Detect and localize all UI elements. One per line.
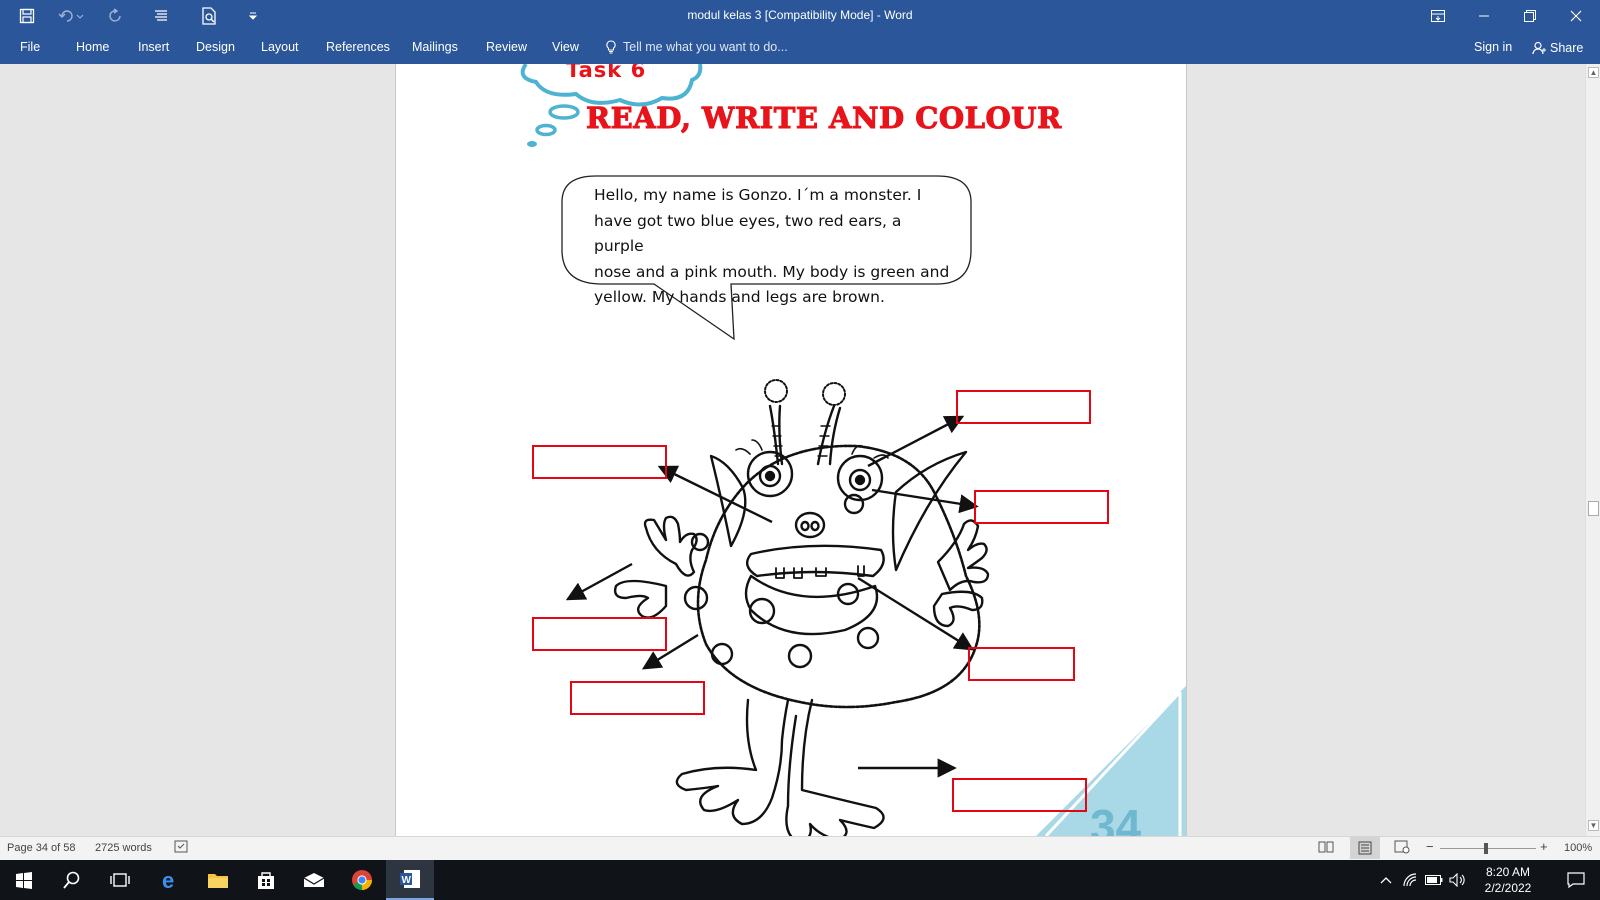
bubble-line: have got two blue eyes, two red ears, a …	[594, 211, 902, 256]
tab-insert[interactable]: Insert	[138, 40, 169, 54]
tell-me-box[interactable]: Tell me what you want to do...	[605, 40, 788, 54]
tab-review[interactable]: Review	[486, 40, 527, 54]
bubble-line: nose and a pink mouth. My body is green …	[594, 262, 950, 281]
answer-box-eye[interactable]	[974, 490, 1109, 524]
close-button[interactable]	[1553, 0, 1599, 32]
zoom-level[interactable]: 100%	[1564, 842, 1592, 854]
share-button[interactable]: Share	[1526, 37, 1589, 59]
task-label: Task 6	[566, 64, 647, 82]
window-title: modul kelas 3 [Compatibility Mode] - Wor…	[687, 8, 913, 22]
read-mode-icon[interactable]	[1318, 840, 1334, 857]
store-icon[interactable]	[242, 860, 290, 900]
tab-references[interactable]: References	[326, 40, 390, 54]
share-label: Share	[1550, 41, 1584, 55]
zoom-slider-thumb[interactable]	[1484, 843, 1488, 854]
windows-taskbar: e W 8:20 AM 2/2/2022	[0, 860, 1600, 900]
restore-button[interactable]	[1507, 0, 1553, 32]
document-area[interactable]: 34 Task 6 READ, WRITE AND COLOUR Hello, …	[0, 64, 1585, 836]
scroll-down-arrow-icon[interactable]: ▼	[1588, 820, 1599, 831]
minimize-button[interactable]	[1461, 0, 1507, 32]
proofing-icon[interactable]	[174, 840, 190, 857]
mail-icon[interactable]	[290, 860, 338, 900]
ribbon-tabs: File Home Insert Design Layout Reference…	[0, 32, 1600, 64]
bubble-line: Hello, my name is Gonzo. I´m a monster. …	[594, 186, 922, 204]
search-icon[interactable]	[48, 860, 96, 900]
network-icon[interactable]	[1398, 860, 1422, 900]
web-layout-icon[interactable]	[1394, 840, 1410, 857]
vertical-scrollbar[interactable]: ▲ ▼	[1585, 64, 1600, 836]
clock-date: 2/2/2022	[1484, 881, 1532, 895]
tab-design[interactable]: Design	[196, 40, 235, 54]
tab-home[interactable]: Home	[76, 40, 109, 54]
zoom-slider[interactable]	[1440, 848, 1536, 849]
task-view-icon[interactable]	[96, 860, 144, 900]
bubble-line: yellow. My hands and legs are brown.	[594, 288, 885, 306]
sign-in-link[interactable]: Sign in	[1474, 40, 1512, 54]
tab-view[interactable]: View	[552, 40, 579, 54]
title-bar: modul kelas 3 [Compatibility Mode] - Wor…	[0, 0, 1600, 32]
tell-me-text: Tell me what you want to do...	[623, 40, 788, 54]
clock-time: 8:20 AM	[1485, 865, 1531, 879]
svg-text:W: W	[402, 875, 412, 886]
answer-box-foot[interactable]	[952, 778, 1087, 812]
taskbar-clock[interactable]: 8:20 AM 2/2/2022	[1468, 864, 1548, 896]
battery-icon[interactable]	[1422, 860, 1446, 900]
ribbon-display-options-icon[interactable]	[1415, 0, 1461, 32]
speech-bubble-text: Hello, my name is Gonzo. I´m a monster. …	[594, 183, 954, 311]
answer-box-hand[interactable]	[532, 617, 667, 651]
print-layout-icon[interactable]	[1350, 837, 1380, 859]
page-heading: READ, WRITE AND COLOUR	[586, 101, 1062, 136]
start-button[interactable]	[0, 860, 48, 900]
answer-box-nose[interactable]	[532, 445, 667, 479]
tab-mailings[interactable]: Mailings	[412, 40, 458, 54]
scroll-up-arrow-icon[interactable]: ▲	[1588, 67, 1599, 78]
answer-box-mouth[interactable]	[968, 647, 1075, 681]
word-taskbar-icon[interactable]: W	[386, 860, 434, 900]
lightbulb-icon	[606, 40, 616, 54]
document-page[interactable]: 34 Task 6 READ, WRITE AND COLOUR Hello, …	[395, 64, 1187, 836]
word-count[interactable]: 2725 words	[95, 842, 152, 854]
tab-layout[interactable]: Layout	[261, 40, 299, 54]
person-icon	[1532, 41, 1546, 55]
chrome-icon[interactable]	[338, 860, 386, 900]
page-corner-number: 34	[1090, 800, 1142, 836]
file-explorer-icon[interactable]	[194, 860, 242, 900]
answer-box-body[interactable]	[570, 681, 705, 715]
edge-browser-icon[interactable]: e	[146, 860, 194, 900]
zoom-in-button[interactable]: +	[1540, 839, 1548, 854]
notification-center-icon[interactable]	[1552, 860, 1600, 900]
page-count[interactable]: Page 34 of 58	[7, 842, 76, 854]
volume-icon[interactable]	[1446, 860, 1470, 900]
svg-text:e: e	[162, 869, 174, 891]
show-hidden-icons-icon[interactable]	[1374, 860, 1398, 900]
status-bar: Page 34 of 58 2725 words − + 100%	[0, 836, 1600, 860]
tab-file[interactable]: File	[20, 40, 40, 54]
answer-box-ear[interactable]	[956, 390, 1091, 424]
scroll-thumb[interactable]	[1588, 501, 1599, 516]
zoom-out-button[interactable]: −	[1426, 839, 1434, 854]
